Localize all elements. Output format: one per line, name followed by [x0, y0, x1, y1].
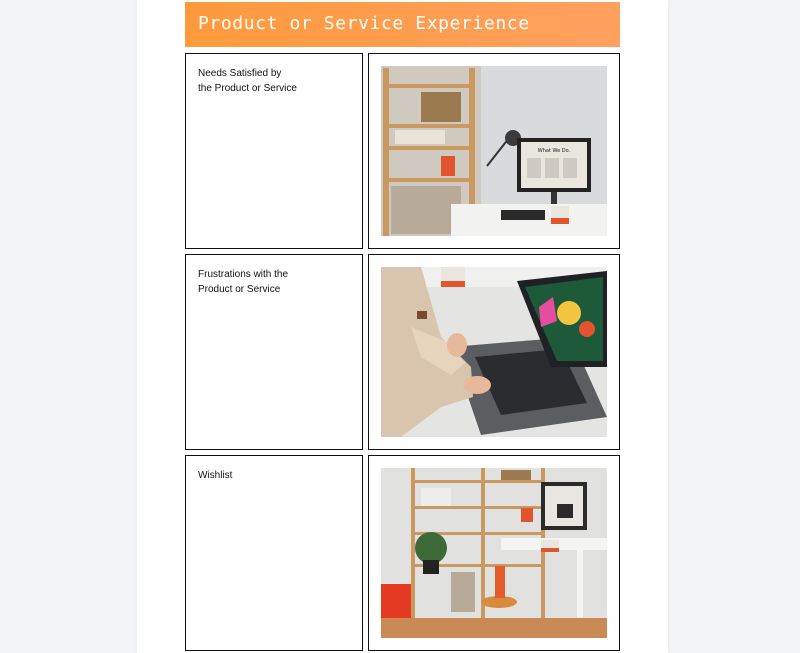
needs-cell[interactable]: Needs Satisfied by the Product or Servic… — [185, 53, 363, 249]
office-shelving-photo — [381, 468, 607, 638]
section-title: Product or Service Experience — [198, 13, 530, 34]
monitor-screen-text: What We Do. — [538, 148, 571, 154]
frustrations-label: Frustrations with the Product or Service — [198, 269, 289, 295]
section-header: Product or Service Experience — [185, 2, 620, 47]
needs-image-cell: What We Do. — [368, 53, 620, 249]
document-page: Product or Service Experience Needs Sati… — [137, 0, 668, 653]
frustrations-cell[interactable]: Frustrations with the Product or Service — [185, 254, 363, 450]
wishlist-label: Wishlist — [198, 470, 233, 481]
needs-label: Needs Satisfied by the Product or Servic… — [198, 68, 297, 94]
wishlist-cell[interactable]: Wishlist — [185, 455, 363, 651]
laptop-typing-photo — [381, 267, 607, 437]
workspace-monitor-photo: What We Do. — [381, 66, 607, 236]
wishlist-image-cell — [368, 455, 620, 651]
frustrations-image-cell — [368, 254, 620, 450]
